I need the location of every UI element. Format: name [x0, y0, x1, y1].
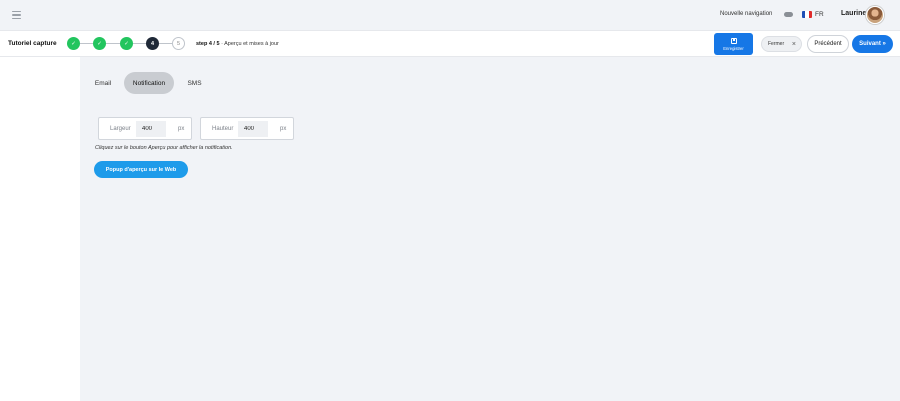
step-connector — [133, 43, 146, 44]
preview-hint: Cliquez sur le bouton Aperçu pour affich… — [95, 145, 233, 151]
new-navigation-toggle[interactable] — [784, 12, 793, 17]
height-unit: px — [280, 126, 287, 132]
save-label: Enregistrer — [723, 45, 744, 51]
step-connector — [159, 43, 172, 44]
web-preview-popup-button[interactable]: Popup d'aperçu sur le Web — [94, 161, 188, 178]
height-input[interactable] — [238, 121, 268, 137]
french-flag-icon[interactable] — [802, 11, 812, 18]
step-indicator: step 4 / 5 · Aperçu et mises à jour — [196, 41, 279, 47]
step-counter: step 4 / 5 — [196, 41, 220, 47]
tab-email[interactable]: Email — [89, 72, 117, 94]
step-1-check-icon[interactable]: ✓ — [67, 37, 80, 50]
step-2-check-icon[interactable]: ✓ — [93, 37, 106, 50]
step-3-check-icon[interactable]: ✓ — [120, 37, 133, 50]
save-button[interactable]: Enregistrer — [714, 33, 753, 55]
close-label: Fermer — [768, 41, 785, 47]
height-field: Hauteur px — [200, 117, 294, 140]
tab-sms[interactable]: SMS — [183, 72, 206, 94]
width-input[interactable] — [136, 121, 166, 137]
top-bar: Nouvelle navigation FR Laurine — [0, 0, 900, 30]
tab-notification[interactable]: Notification — [124, 72, 174, 94]
step-name: Aperçu et mises à jour — [224, 41, 279, 47]
step-4-current[interactable]: 4 — [146, 37, 159, 50]
step-connector — [106, 43, 120, 44]
next-button[interactable]: Suivant » — [852, 35, 893, 53]
avatar[interactable] — [866, 6, 884, 24]
width-label: Largeur — [110, 126, 131, 132]
step-5-pending[interactable]: 5 — [172, 37, 185, 50]
width-field: Largeur px — [98, 117, 192, 140]
wizard-bar: Tutoriel capture ✓ ✓ ✓ 4 5 step 4 / 5 · … — [0, 30, 900, 57]
left-panel — [0, 57, 80, 401]
user-name: Laurine — [841, 10, 867, 17]
close-icon: × — [791, 40, 796, 48]
language-selector[interactable]: FR — [815, 11, 824, 18]
width-unit: px — [178, 126, 185, 132]
step-connector — [80, 43, 93, 44]
menu-icon[interactable] — [12, 11, 21, 19]
height-label: Hauteur — [212, 126, 234, 132]
new-navigation-label: Nouvelle navigation — [720, 11, 773, 17]
save-icon — [730, 37, 737, 44]
close-button[interactable]: Fermer × — [761, 36, 802, 52]
previous-button[interactable]: Précédent — [807, 35, 849, 53]
wizard-title: Tutoriel capture — [8, 40, 57, 47]
